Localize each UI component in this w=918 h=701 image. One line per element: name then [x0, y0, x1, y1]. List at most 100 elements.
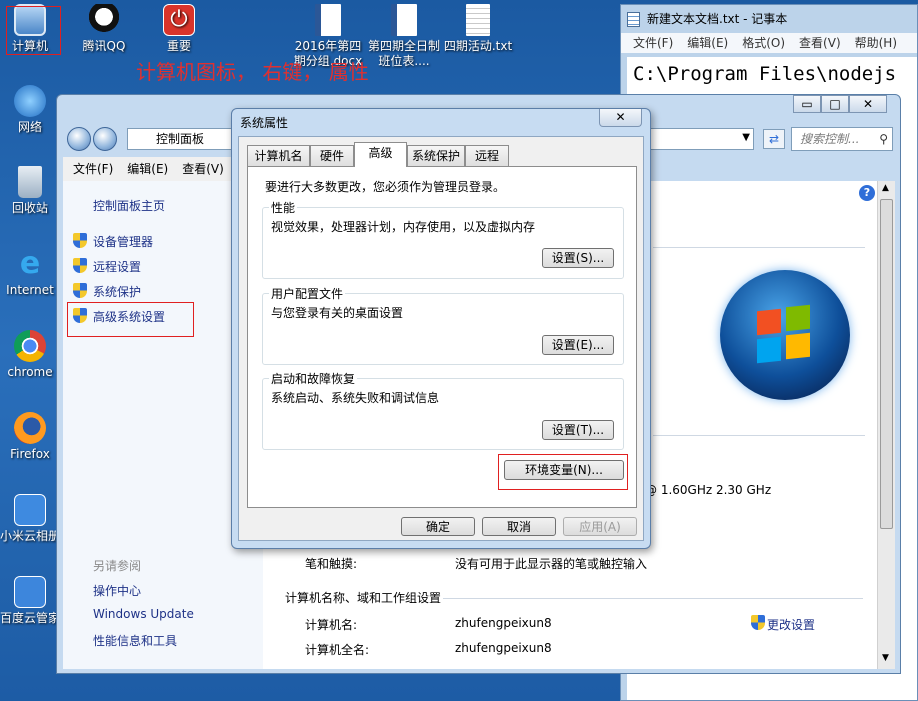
scroll-down-icon[interactable]: ▼	[882, 653, 889, 663]
tab-system-protection[interactable]: 系统保护	[407, 145, 465, 166]
desktop-icon-txt[interactable]: 四期活动.txt	[440, 4, 516, 54]
notepad-menu-help[interactable]: 帮助(H)	[855, 33, 897, 53]
action-center-link[interactable]: 操作中心	[93, 582, 141, 599]
notepad-menu-view[interactable]: 查看(V)	[799, 33, 841, 53]
windows-update-link[interactable]: Windows Update	[93, 607, 194, 621]
notepad-menu-bar: 文件(F) 编辑(E) 格式(O) 查看(V) 帮助(H)	[621, 33, 917, 53]
notepad-menu-format[interactable]: 格式(O)	[742, 33, 785, 53]
notepad-content: C:\Program Files\nodejs	[633, 63, 897, 85]
cp-menu-file[interactable]: 文件(F)	[73, 157, 113, 181]
full-name-label: 计算机全名:	[305, 643, 370, 657]
desktop-icon-network[interactable]: 网络	[0, 85, 60, 135]
windows-logo	[720, 270, 850, 400]
dialog-close-button[interactable]: ✕	[599, 109, 642, 127]
network-icon	[14, 85, 46, 117]
computer-name-section-title: 计算机名称、域和工作组设置	[285, 591, 442, 605]
tab-advanced[interactable]: 高级	[354, 142, 407, 167]
close-button[interactable]: ✕	[849, 95, 887, 113]
maximize-button[interactable]: □	[821, 95, 849, 113]
remote-settings-link[interactable]: 远程设置	[93, 258, 141, 275]
cp-menu-edit[interactable]: 编辑(E)	[127, 157, 168, 181]
address-bar[interactable]: 控制面板	[127, 128, 242, 150]
annotation-text: 计算机图标， 右键， 属性	[136, 60, 369, 84]
windows-flag-red	[757, 308, 781, 336]
refresh-icon[interactable]: ⇄	[763, 129, 785, 149]
user-profiles-group: 用户配置文件 与您登录有关的桌面设置 设置(E)...	[262, 285, 624, 365]
word-doc-icon	[391, 4, 417, 36]
computer-name-label: 计算机名:	[305, 618, 358, 632]
scrollbar-thumb[interactable]	[880, 199, 893, 529]
xiaomi-cloud-icon	[14, 494, 46, 526]
divider	[653, 247, 865, 248]
performance-title: 性能	[269, 199, 298, 216]
pen-touch-value: 没有可用于此显示器的笔或触控输入	[455, 557, 648, 571]
back-button[interactable]	[67, 127, 91, 151]
device-manager-link[interactable]: 设备管理器	[93, 233, 153, 250]
system-properties-dialog[interactable]: 系统属性 ✕ 计算机名 硬件 高级 系统保护 远程 要进行大多数更改，您必须作为…	[231, 108, 651, 549]
cp-scrollbar[interactable]: ▲ ▼	[877, 181, 895, 669]
windows-flag-blue	[757, 336, 781, 364]
desktop-icon-internet[interactable]: e Internet	[0, 248, 60, 298]
performance-desc: 视觉效果，处理器计划，内存使用，以及虚拟内存	[271, 220, 536, 234]
annotation-box-env	[498, 454, 628, 490]
baidu-cloud-icon	[14, 576, 46, 608]
cancel-button[interactable]: 取消	[482, 517, 556, 536]
cp-window-controls: ▭ □ ✕	[793, 95, 888, 115]
ok-button[interactable]: 确定	[401, 517, 475, 536]
desktop-icon-important[interactable]: ⏻ 重要	[149, 4, 209, 54]
firefox-icon	[14, 412, 46, 444]
scroll-up-icon[interactable]: ▲	[882, 183, 889, 193]
desktop-icon-qq[interactable]: 腾讯QQ	[74, 4, 134, 54]
performance-settings-button[interactable]: 设置(S)...	[542, 248, 614, 268]
desktop-icon-baidu-cloud[interactable]: 百度云管家	[0, 576, 60, 626]
apply-button[interactable]: 应用(A)	[563, 517, 637, 536]
power-icon: ⏻	[163, 4, 195, 36]
internet-explorer-icon: e	[19, 246, 41, 281]
cp-menu-bar: 文件(F) 编辑(E) 查看(V)	[63, 157, 233, 181]
startup-recovery-settings-button[interactable]: 设置(T)...	[542, 420, 614, 440]
help-icon[interactable]: ?	[859, 185, 875, 201]
windows-flag-yellow	[786, 332, 810, 360]
notepad-menu-file[interactable]: 文件(F)	[633, 33, 673, 53]
startup-recovery-desc: 系统启动、系统失败和调试信息	[271, 391, 440, 405]
cpu-speed: @ 1.60GHz 2.30 GHz	[645, 483, 772, 497]
shield-icon	[73, 283, 87, 298]
computer-name-value: zhufengpeixun8	[455, 616, 552, 630]
user-profiles-settings-button[interactable]: 设置(E)...	[542, 335, 614, 355]
desktop-icon-firefox[interactable]: Firefox	[0, 412, 60, 462]
shield-icon	[751, 615, 765, 630]
notepad-title: 新建文本文档.txt - 记事本	[647, 12, 788, 26]
chevron-down-icon: ▼	[742, 132, 750, 143]
divider	[653, 435, 865, 436]
change-settings-link[interactable]: 更改设置	[767, 616, 815, 633]
address-text: 控制面板	[156, 132, 205, 146]
divider	[443, 598, 863, 599]
desktop-icon-chrome[interactable]: chrome	[0, 330, 60, 380]
see-also-title: 另请参阅	[93, 559, 142, 573]
system-protection-link[interactable]: 系统保护	[93, 283, 141, 300]
tab-remote[interactable]: 远程	[465, 145, 509, 166]
search-input[interactable]: 搜索控制... ⚲	[791, 127, 893, 151]
forward-button[interactable]	[93, 127, 117, 151]
shield-icon	[73, 233, 87, 248]
tab-hardware[interactable]: 硬件	[310, 145, 354, 166]
startup-recovery-group: 启动和故障恢复 系统启动、系统失败和调试信息 设置(T)...	[262, 370, 624, 450]
minimize-button[interactable]: ▭	[793, 95, 821, 113]
desktop-icon-recycle-bin[interactable]: 回收站	[0, 166, 60, 216]
notepad-menu-edit[interactable]: 编辑(E)	[687, 33, 728, 53]
advanced-tab-panel: 要进行大多数更改，您必须作为管理员登录。 性能 视觉效果，处理器计划，内存使用，…	[247, 166, 637, 508]
address-bar-dropdown[interactable]: ▼	[648, 128, 754, 150]
performance-group: 性能 视觉效果，处理器计划，内存使用，以及虚拟内存 设置(S)...	[262, 199, 624, 279]
tab-computer-name[interactable]: 计算机名	[247, 145, 310, 166]
admin-note: 要进行大多数更改，您必须作为管理员登录。	[265, 180, 506, 194]
control-panel-home-link[interactable]: 控制面板主页	[93, 197, 165, 214]
desktop-icon-docx-2[interactable]: 第四期全日制班位表....	[368, 4, 440, 69]
user-profiles-title: 用户配置文件	[269, 285, 346, 302]
annotation-box-computer	[6, 6, 61, 55]
performance-info-link[interactable]: 性能信息和工具	[93, 632, 177, 649]
windows-flag-green	[786, 304, 810, 332]
desktop-icon-xiaomi-cloud[interactable]: 小米云相册	[0, 494, 60, 544]
chrome-icon	[14, 330, 46, 362]
qq-icon	[88, 4, 120, 36]
cp-menu-view[interactable]: 查看(V)	[182, 157, 224, 181]
